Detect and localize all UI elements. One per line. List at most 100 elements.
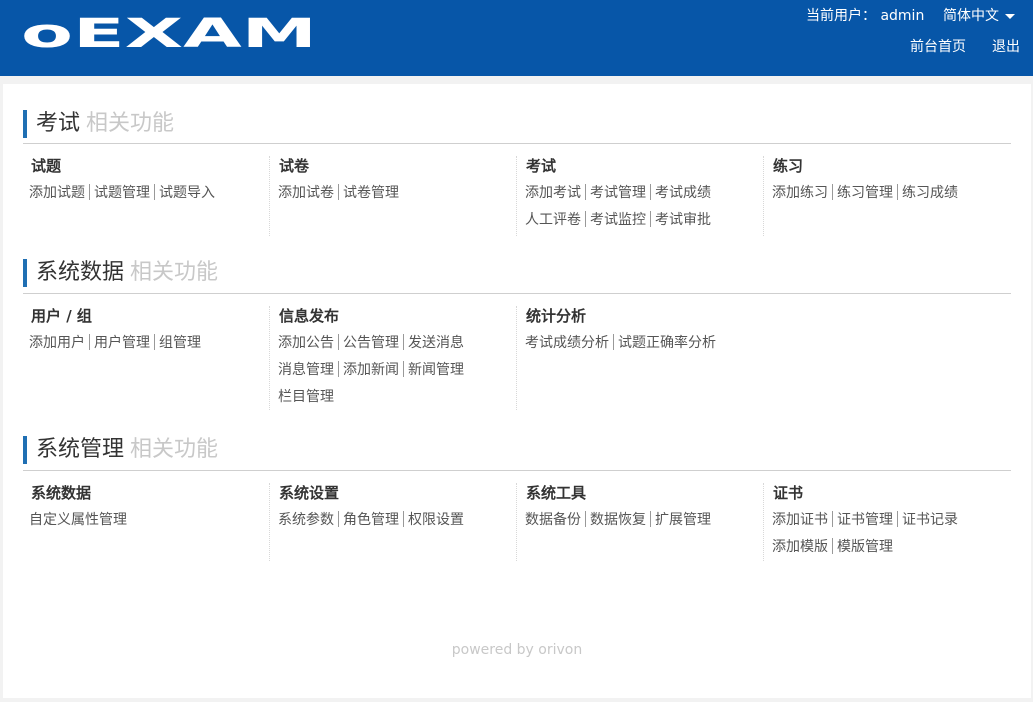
separator: [338, 334, 339, 350]
practice-manage-link[interactable]: 练习管理: [835, 185, 895, 201]
section-subtitle: 相关功能: [86, 111, 175, 136]
separator: [650, 184, 651, 200]
logout-link[interactable]: 退出: [992, 37, 1020, 57]
template-manage-link[interactable]: 模版管理: [835, 539, 895, 555]
group-title: 试卷: [279, 157, 310, 175]
data-restore-link[interactable]: 数据恢复: [588, 512, 648, 528]
system-params-link[interactable]: 系统参数: [276, 512, 336, 528]
news-manage-link[interactable]: 新闻管理: [406, 362, 466, 378]
separator: [154, 184, 155, 200]
separator: [650, 211, 651, 227]
separator: [832, 538, 833, 554]
add-news-link[interactable]: 添加新闻: [341, 362, 401, 378]
section-subtitle: 相关功能: [130, 260, 219, 285]
add-user-link[interactable]: 添加用户: [27, 335, 87, 351]
group-title: 考试: [526, 157, 557, 175]
separator: [832, 511, 833, 527]
separator: [338, 361, 339, 377]
group-title: 系统数据: [31, 484, 92, 502]
certificate-manage-link[interactable]: 证书管理: [835, 512, 895, 528]
separator: [403, 511, 404, 527]
group-exams: 考试 添加考试 考试管理 考试成绩 人工评卷 考试监控 考试审批: [516, 156, 746, 236]
caret-down-icon: [1005, 13, 1015, 19]
section-title-text: 系统管理: [36, 437, 125, 462]
top-header: oEXAM 当前用户： admin 简体中文 前台首页 退出: [0, 0, 1033, 76]
current-user-label: 当前用户：: [806, 8, 876, 24]
extension-manage-link[interactable]: 扩展管理: [653, 512, 713, 528]
language-label: 简体中文: [943, 8, 999, 24]
group-title: 试题: [31, 157, 62, 175]
notice-manage-link[interactable]: 公告管理: [341, 335, 401, 351]
group-title: 系统设置: [279, 484, 340, 502]
separator: [338, 184, 339, 200]
message-manage-link[interactable]: 消息管理: [276, 362, 336, 378]
send-message-link[interactable]: 发送消息: [406, 335, 466, 351]
manual-grading-link[interactable]: 人工评卷: [523, 212, 583, 228]
group-title: 统计分析: [526, 307, 587, 325]
add-notice-link[interactable]: 添加公告: [276, 335, 336, 351]
separator: [585, 184, 586, 200]
section-divider: [23, 470, 1011, 471]
separator: [89, 184, 90, 200]
separator: [154, 334, 155, 350]
section-title-system-admin: 系统管理 相关功能: [23, 436, 218, 464]
add-certificate-link[interactable]: 添加证书: [770, 512, 830, 528]
current-user-name: admin: [880, 8, 925, 24]
data-backup-link[interactable]: 数据备份: [523, 512, 583, 528]
group-publishing: 信息发布 添加公告 公告管理 发送消息 消息管理 添加新闻 新闻管理 栏目管理: [269, 306, 499, 410]
group-manage-link[interactable]: 组管理: [157, 335, 203, 351]
user-manage-link[interactable]: 用户管理: [92, 335, 152, 351]
group-system-settings: 系统设置 系统参数 角色管理 权限设置: [269, 483, 499, 561]
permission-settings-link[interactable]: 权限设置: [406, 512, 466, 528]
add-practice-link[interactable]: 添加练习: [770, 185, 830, 201]
separator: [613, 334, 614, 350]
section-title-text: 考试: [36, 111, 81, 136]
group-system-tools: 系统工具 数据备份 数据恢复 扩展管理: [516, 483, 746, 561]
column-manage-link[interactable]: 栏目管理: [276, 389, 336, 405]
section-title-text: 系统数据: [36, 260, 125, 285]
certificate-records-link[interactable]: 证书记录: [900, 512, 960, 528]
group-practice: 练习 添加练习 练习管理 练习成绩: [763, 156, 993, 236]
main-panel: 考试 相关功能 试题 添加试题 试题管理 试题导入 试卷 添加试卷 试卷管理 考试 添加…: [3, 84, 1031, 698]
oexam-logo: oEXAM: [21, 16, 317, 50]
separator: [403, 334, 404, 350]
accuracy-analysis-link[interactable]: 试题正确率分析: [616, 335, 718, 351]
separator: [650, 511, 651, 527]
separator: [585, 511, 586, 527]
section-divider: [23, 143, 1011, 144]
group-papers: 试卷 添加试卷 试卷管理: [269, 156, 499, 236]
add-question-link[interactable]: 添加试题: [27, 185, 87, 201]
section-divider: [23, 293, 1011, 294]
footer-credit: powered by orivon: [451, 642, 583, 658]
exam-manage-link[interactable]: 考试管理: [588, 185, 648, 201]
group-title: 练习: [773, 157, 804, 175]
separator: [403, 361, 404, 377]
separator: [585, 211, 586, 227]
separator: [897, 184, 898, 200]
add-exam-link[interactable]: 添加考试: [523, 185, 583, 201]
section-subtitle: 相关功能: [130, 437, 219, 462]
exam-approval-link[interactable]: 考试审批: [653, 212, 713, 228]
exam-scores-link[interactable]: 考试成绩: [653, 185, 713, 201]
score-analysis-link[interactable]: 考试成绩分析: [523, 335, 611, 351]
group-title: 证书: [773, 484, 804, 502]
group-system-data: 系统数据 自定义属性管理: [27, 483, 257, 538]
section-title-exam: 考试 相关功能: [23, 110, 174, 138]
role-manage-link[interactable]: 角色管理: [341, 512, 401, 528]
group-statistics: 统计分析 考试成绩分析 试题正确率分析: [516, 306, 746, 410]
separator: [89, 334, 90, 350]
question-import-link[interactable]: 试题导入: [157, 185, 217, 201]
add-paper-link[interactable]: 添加试卷: [276, 185, 336, 201]
group-title: 信息发布: [279, 307, 340, 325]
language-selector[interactable]: 简体中文: [943, 6, 1015, 26]
practice-scores-link[interactable]: 练习成绩: [900, 185, 960, 201]
group-users: 用户 / 组 添加用户 用户管理 组管理: [27, 306, 257, 361]
front-home-link[interactable]: 前台首页: [910, 37, 966, 57]
add-template-link[interactable]: 添加模版: [770, 539, 830, 555]
custom-attribute-link[interactable]: 自定义属性管理: [27, 512, 129, 528]
exam-monitor-link[interactable]: 考试监控: [588, 212, 648, 228]
group-title: 用户 / 组: [31, 307, 92, 325]
paper-manage-link[interactable]: 试卷管理: [341, 185, 401, 201]
question-manage-link[interactable]: 试题管理: [92, 185, 152, 201]
separator: [897, 511, 898, 527]
